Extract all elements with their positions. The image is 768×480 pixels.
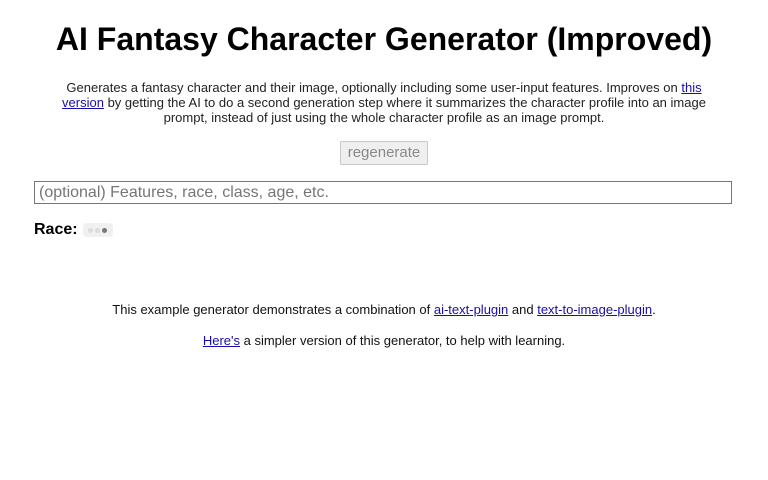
page-title: AI Fantasy Character Generator (Improved…	[55, 21, 713, 57]
description-text-end: by getting the AI to do a second generat…	[103, 95, 706, 125]
description: Generates a fantasy character and their …	[44, 80, 724, 125]
generator-page: AI Fantasy Character Generator (Improved…	[0, 0, 768, 480]
footer-text-start: This example generator demonstrates a co…	[112, 302, 434, 317]
footer-simpler-note: Here's a simpler version of this generat…	[0, 333, 768, 349]
footer-text-period: .	[652, 302, 656, 317]
footer-text-and: and	[508, 302, 538, 317]
text-to-image-plugin-link[interactable]: text-to-image-plugin	[537, 302, 652, 317]
race-label: Race:	[34, 221, 78, 238]
loading-dot	[88, 227, 94, 233]
ai-text-plugin-link[interactable]: ai-text-plugin	[434, 302, 508, 317]
description-text-start: Generates a fantasy character and their …	[66, 80, 682, 95]
loading-dot-active	[102, 227, 108, 233]
loading-dots-icon	[82, 223, 113, 237]
regenerate-button[interactable]: regenerate	[339, 141, 429, 165]
simpler-version-link[interactable]: Here's	[203, 333, 240, 348]
race-output-row: Race:	[34, 220, 113, 240]
regenerate-container: regenerate	[0, 141, 768, 165]
loading-dot	[95, 227, 101, 233]
features-input[interactable]	[34, 181, 732, 204]
footer-plugins-note: This example generator demonstrates a co…	[0, 302, 768, 318]
footer-simpler-text: a simpler version of this generator, to …	[240, 333, 566, 348]
